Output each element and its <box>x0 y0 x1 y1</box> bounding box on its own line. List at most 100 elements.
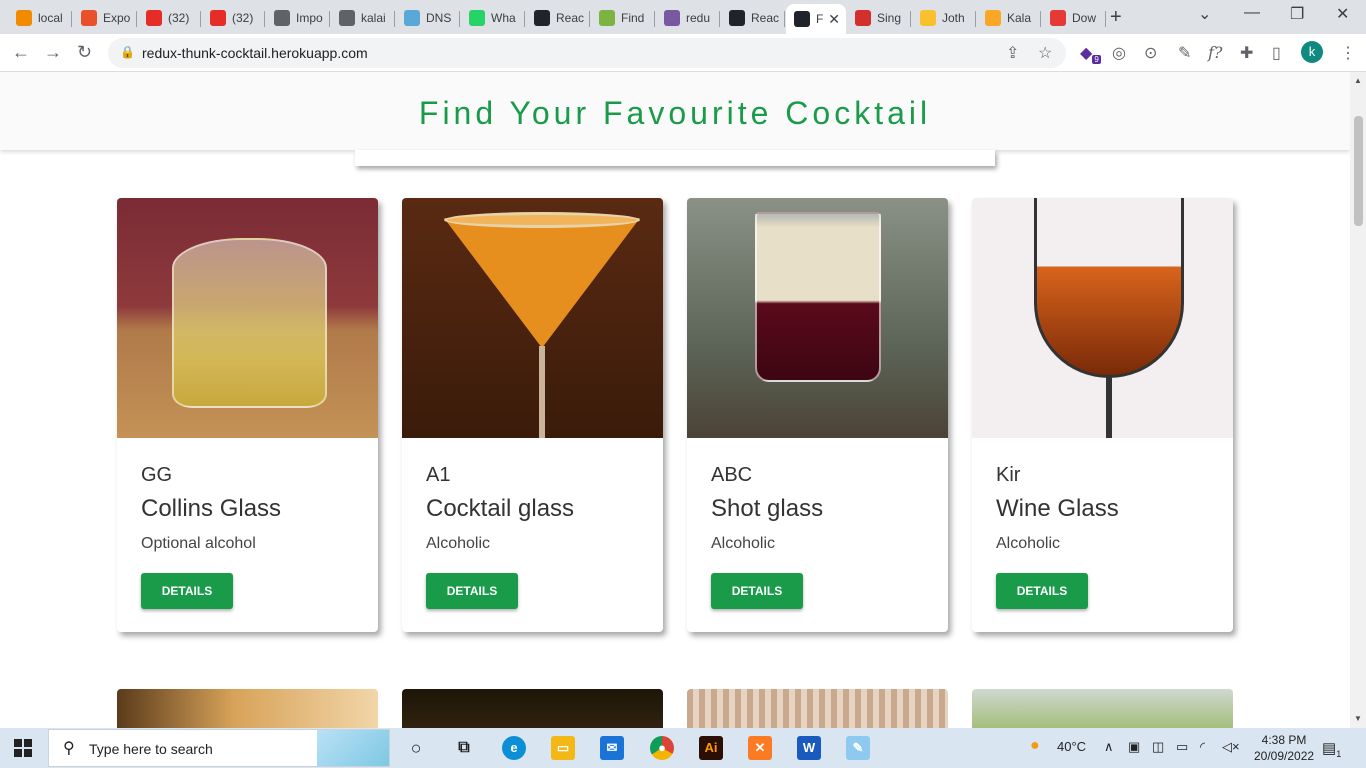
close-tab-icon[interactable]: ✕ <box>828 11 840 28</box>
cocktail-image[interactable] <box>972 198 1233 438</box>
extension-icon[interactable]: ◆ 9 <box>1080 43 1101 65</box>
wifi-icon[interactable]: ◜ <box>1200 739 1205 755</box>
sing-icon <box>855 10 871 26</box>
windows-taskbar: ⚲ Type here to search ○ ⧉ e ▭ ✉ ● Ai ✕ W… <box>0 728 1366 768</box>
tab-label: F <box>816 12 824 26</box>
font-ext-icon[interactable]: f? <box>1208 43 1223 62</box>
cortana-icon[interactable]: ○ <box>404 736 428 760</box>
browser-tab[interactable]: redu <box>656 4 720 32</box>
details-button[interactable]: DETAILS <box>426 573 518 609</box>
task-view-icon[interactable]: ⧉ <box>452 736 476 760</box>
cocktail-image[interactable] <box>972 689 1233 728</box>
windows-start-icon[interactable] <box>14 739 32 757</box>
tab-label: Impo <box>296 11 323 25</box>
browser-tab[interactable]: F ✕ <box>786 4 846 34</box>
reload-icon[interactable]: ↻ <box>77 42 92 63</box>
extension-icon[interactable]: ◎ <box>1112 43 1126 63</box>
youtube-icon <box>210 10 226 26</box>
back-icon[interactable]: ← <box>12 42 30 63</box>
browser-tab[interactable]: (32) <box>202 4 265 32</box>
details-button[interactable]: DETAILS <box>141 573 233 609</box>
browser-tab[interactable]: Impo <box>266 4 330 32</box>
profile-avatar[interactable]: k <box>1301 41 1323 63</box>
tab-search-icon[interactable]: ⌄ <box>1198 4 1211 24</box>
weather-icon[interactable]: ● <box>1030 737 1040 755</box>
puzzle-icon[interactable]: ✚ <box>1240 43 1253 63</box>
find-icon <box>599 10 615 26</box>
forward-icon[interactable]: → <box>44 42 62 63</box>
url-text: redux-thunk-cocktail.herokuapp.com <box>142 45 368 61</box>
details-button[interactable]: DETAILS <box>711 573 803 609</box>
notification-icon[interactable]: ▤1 <box>1322 739 1341 759</box>
word-icon[interactable]: W <box>797 736 821 760</box>
cocktail-image[interactable] <box>687 198 948 438</box>
browser-tab[interactable]: (32) <box>138 4 201 32</box>
scroll-up-icon[interactable]: ▲ <box>1354 76 1362 85</box>
cocktail-card: ABC Shot glass Alcoholic DETAILS <box>687 198 948 632</box>
bookmark-star-icon[interactable]: ☆ <box>1038 43 1052 63</box>
taskbar-search[interactable]: ⚲ Type here to search <box>48 729 390 767</box>
tab-divider <box>589 11 590 27</box>
browser-tab[interactable]: Sing <box>847 4 911 32</box>
taskbar-clock[interactable]: 4:38 PM 20/09/2022 <box>1254 732 1314 764</box>
tab-label: Dow <box>1072 11 1097 25</box>
cocktail-card: GG Collins Glass Optional alcohol DETAILS <box>117 198 378 632</box>
tab-label: (32) <box>232 11 254 25</box>
battery-icon[interactable]: ▭ <box>1176 739 1188 755</box>
cocktail-image[interactable] <box>117 198 378 438</box>
file-explorer-icon[interactable]: ▭ <box>551 736 575 760</box>
cocktail-image[interactable] <box>402 689 663 728</box>
browser-tab[interactable]: Reac <box>526 4 590 32</box>
cocktail-image[interactable] <box>117 689 378 728</box>
clock-date: 20/09/2022 <box>1254 749 1315 763</box>
glass-type: Shot glass <box>711 495 824 522</box>
chrome-icon[interactable]: ● <box>650 736 674 760</box>
share-icon[interactable]: ⇪ <box>1006 43 1019 63</box>
new-tab-button[interactable]: + <box>1110 6 1122 29</box>
browser-tab[interactable]: Reac <box>721 4 785 32</box>
browser-tab[interactable]: kalai <box>331 4 395 32</box>
details-button[interactable]: DETAILS <box>996 573 1088 609</box>
illustrator-icon[interactable]: Ai <box>699 736 723 760</box>
browser-tab[interactable]: Wha <box>461 4 525 32</box>
browser-tab[interactable]: local <box>8 4 72 32</box>
tab-divider <box>719 11 720 27</box>
address-bar[interactable]: 🔒 redux-thunk-cocktail.herokuapp.com ⇪ ☆ <box>108 38 1066 68</box>
alcoholic-label: Optional alcohol <box>141 535 256 552</box>
minimize-icon[interactable]: — <box>1244 4 1260 22</box>
mail-icon[interactable]: ✉ <box>600 736 624 760</box>
browser-tab[interactable]: DNS <box>396 4 460 32</box>
sidepanel-icon[interactable]: ▯ <box>1272 43 1281 63</box>
youtube-icon <box>146 10 162 26</box>
browser-tab[interactable]: Kala <box>977 4 1041 32</box>
eyedropper-icon[interactable]: ✎ <box>1178 43 1191 63</box>
xampp-icon <box>81 10 97 26</box>
browser-tab[interactable]: Dow <box>1042 4 1106 32</box>
browser-tab[interactable]: Find <box>591 4 655 32</box>
edge-icon[interactable]: e <box>502 736 526 760</box>
page-scrollbar[interactable]: ▲ ▼ <box>1350 72 1366 728</box>
browser-tab[interactable]: Expo <box>73 4 137 32</box>
cocktail-image[interactable] <box>402 198 663 438</box>
close-window-icon[interactable]: ✕ <box>1336 4 1349 24</box>
tray-app-icon[interactable]: ◫ <box>1152 739 1164 755</box>
xampp-icon[interactable]: ✕ <box>748 736 772 760</box>
browser-tab[interactable]: Joth <box>912 4 976 32</box>
cocktail-name: A1 <box>426 464 451 486</box>
tab-divider <box>459 11 460 27</box>
paint-icon[interactable]: ✎ <box>846 736 870 760</box>
weather-text[interactable]: 40°C <box>1057 739 1086 754</box>
volume-muted-icon[interactable]: ◁× <box>1222 739 1240 755</box>
restore-icon[interactable]: ❐ <box>1290 4 1304 24</box>
show-hidden-icons-icon[interactable]: ∧ <box>1104 739 1114 755</box>
glass-type: Wine Glass <box>996 495 1119 522</box>
scroll-down-icon[interactable]: ▼ <box>1354 714 1362 723</box>
globe-icon <box>274 10 290 26</box>
search-panel <box>355 150 995 166</box>
extension-icon[interactable]: ⊙ <box>1144 43 1157 63</box>
tab-label: Find <box>621 11 645 25</box>
cocktail-image[interactable] <box>687 689 948 728</box>
tray-app-icon[interactable]: ▣ <box>1128 739 1140 755</box>
menu-icon[interactable]: ⋮ <box>1340 43 1356 63</box>
scroll-thumb[interactable] <box>1354 116 1363 226</box>
